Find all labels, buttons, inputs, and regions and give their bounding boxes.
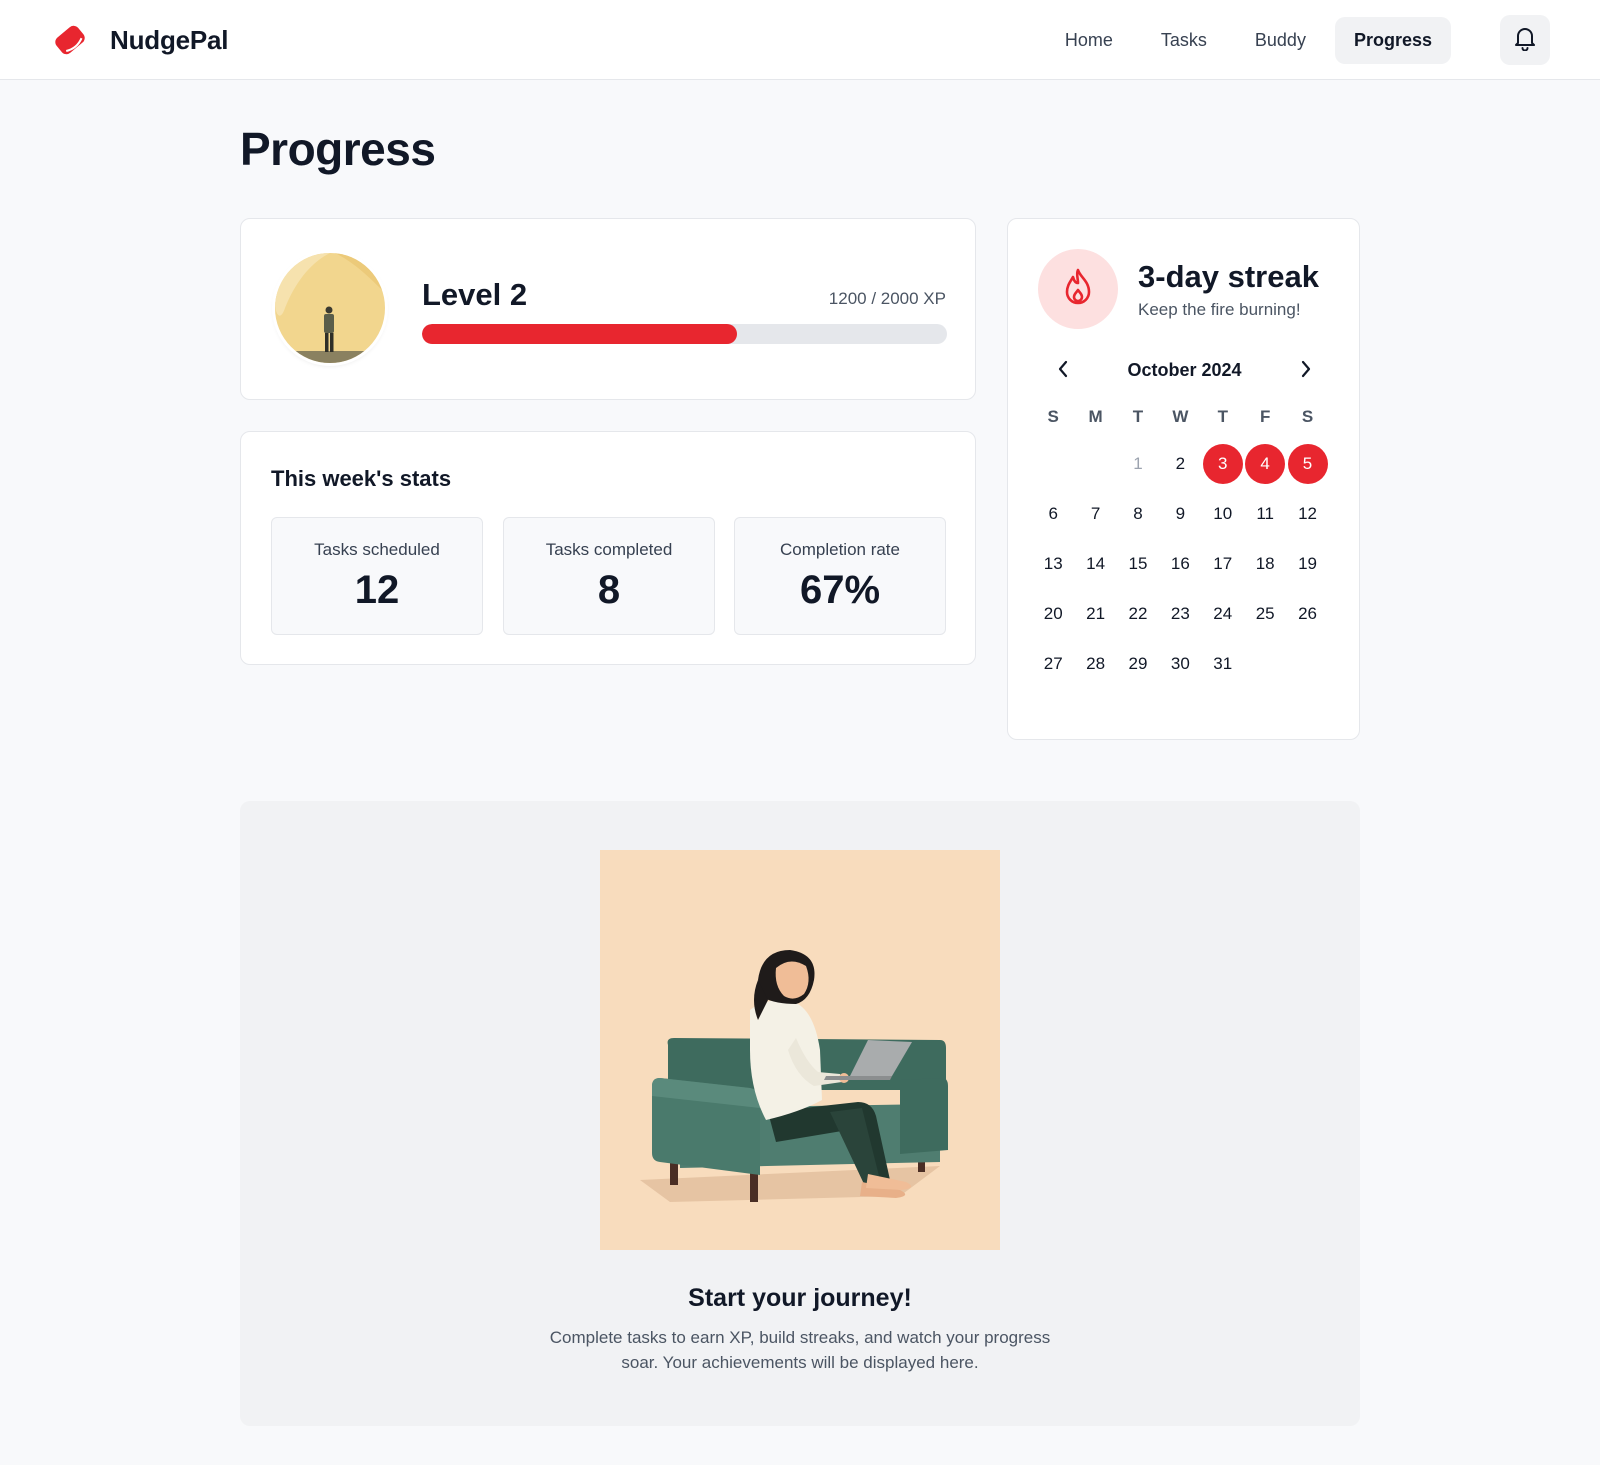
xp-progress-bar [422,324,947,344]
calendar-week-row: 27 28 29 30 31 [1032,639,1335,689]
calendar-day[interactable]: 22 [1117,594,1159,634]
calendar-week-row: 13 14 15 16 17 18 19 [1032,539,1335,589]
weekday-label: F [1259,407,1271,426]
calendar-day[interactable]: 27 [1032,644,1074,684]
calendar-day[interactable]: 18 [1244,544,1286,584]
calendar-day[interactable]: 15 [1117,544,1159,584]
weekday-header: S M T W T F S [1032,407,1335,437]
tag-logo-icon [50,20,90,60]
calendar-day[interactable]: 1 [1117,444,1159,484]
calendar-day[interactable]: 12 [1286,494,1328,534]
empty-state-title: Start your journey! [688,1284,912,1312]
stat-label: Tasks scheduled [314,540,440,559]
stat-value: 67% [799,568,881,612]
calendar-month: October 2024 [1127,360,1242,380]
empty-state-panel: Start your journey! Complete tasks to ea… [240,801,1360,1426]
xp-text: 1200 / 2000 XP [828,289,946,308]
calendar-day-streak[interactable]: 5 [1286,444,1328,484]
calendar-day[interactable]: 20 [1032,594,1074,634]
calendar-header: October 2024 [1038,356,1331,386]
calendar-empty-cell [1244,644,1286,684]
calendar-day[interactable]: 8 [1117,494,1159,534]
nav-tasks[interactable]: Tasks [1142,17,1226,64]
calendar-day[interactable]: 16 [1159,544,1201,584]
calendar-empty-cell [1074,444,1116,484]
calendar-day[interactable]: 6 [1032,494,1074,534]
top-navbar: NudgePal Home Tasks Buddy Progress [0,0,1600,80]
calendar-day[interactable]: 11 [1244,494,1286,534]
calendar-day[interactable]: 14 [1074,544,1116,584]
nav-buddy[interactable]: Buddy [1236,17,1325,64]
calendar-week-row: 20 21 22 23 24 25 26 [1032,589,1335,639]
stat-value: 8 [597,568,621,612]
flame-badge [1038,249,1118,329]
weekday-label: S [1047,407,1059,426]
calendar-day[interactable]: 28 [1074,644,1116,684]
calendar-day[interactable]: 17 [1202,544,1244,584]
calendar-day[interactable]: 13 [1032,544,1074,584]
level-title: Level 2 [422,277,528,312]
calendar-day[interactable]: 31 [1202,644,1244,684]
calendar-day[interactable]: 23 [1159,594,1201,634]
calendar-day[interactable]: 26 [1286,594,1328,634]
avatar [275,253,385,363]
calendar-day[interactable]: 7 [1074,494,1116,534]
chevron-right-icon [1300,360,1312,383]
calendar-day[interactable]: 29 [1117,644,1159,684]
calendar-day[interactable]: 9 [1159,494,1201,534]
calendar-week-row: 12345 [1032,439,1335,489]
calendar-day[interactable]: 2 [1159,444,1201,484]
streak-subtitle: Keep the fire burning! [1138,300,1301,319]
stat-value: 12 [354,568,400,612]
weekday-label: T [1217,407,1228,426]
calendar-day-streak[interactable]: 4 [1244,444,1286,484]
stat-tasks-scheduled: Tasks scheduled 12 [271,517,483,635]
stat-tasks-completed: Tasks completed 8 [503,517,715,635]
stats-title: This week's stats [271,466,452,491]
calendar-day[interactable]: 30 [1159,644,1201,684]
streak-title: 3-day streak [1138,259,1319,294]
weekday-label: W [1172,407,1189,426]
calendar-day[interactable]: 10 [1202,494,1244,534]
weekday-label: S [1301,407,1314,426]
level-card: Level 2 1200 / 2000 XP [240,218,976,400]
weekday-label: M [1088,407,1103,426]
app-name: NudgePal [110,24,229,55]
empty-state-text: Complete tasks to earn XP, build streaks… [549,1328,1051,1372]
stat-label: Completion rate [779,540,900,559]
flame-icon [1061,268,1095,311]
xp-progress-fill [422,324,737,344]
next-month-button[interactable] [1291,356,1321,386]
weekday-label: T [1132,407,1144,426]
stat-completion-rate: Completion rate 67% [734,517,946,635]
calendar-week-row: 6 7 8 9 10 11 12 [1032,489,1335,539]
calendar-day[interactable]: 19 [1286,544,1328,584]
woman-on-sofa-illustration [600,850,1000,1250]
brand[interactable]: NudgePal [50,20,229,60]
calendar-empty-cell [1032,444,1074,484]
calendar-day-streak[interactable]: 3 [1202,444,1244,484]
weekly-stats-card: This week's stats Tasks scheduled 12 Tas… [240,431,976,665]
calendar-day[interactable]: 25 [1244,594,1286,634]
streak-card: 3-day streak Keep the fire burning! Octo… [1007,218,1360,740]
calendar-day[interactable]: 24 [1202,594,1244,634]
notifications-button[interactable] [1500,15,1550,65]
calendar-grid: S M T W T F S 1 2 3 4 5 6 7 8 9 10 11 12 13 14 15 16 17 1… [1032,407,1335,689]
main-nav: Home Tasks Buddy Progress [1046,17,1451,64]
stat-label: Tasks completed [545,540,673,559]
bell-icon [1513,25,1537,56]
page-title: Progress [240,123,436,175]
calendar-day[interactable]: 21 [1074,594,1116,634]
calendar-empty-cell [1286,644,1328,684]
nav-progress[interactable]: Progress [1334,17,1451,64]
nav-home[interactable]: Home [1046,17,1132,64]
